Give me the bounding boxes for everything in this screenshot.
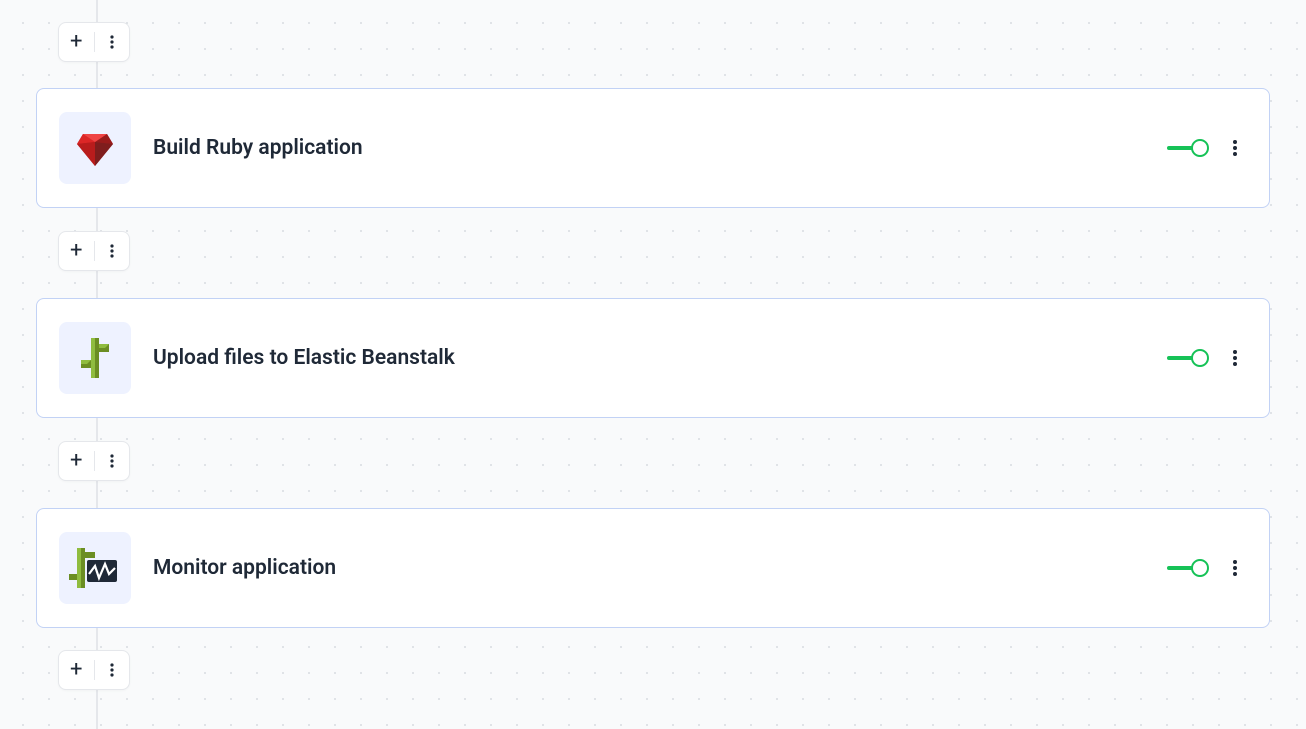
enable-toggle[interactable] xyxy=(1167,559,1209,577)
step-title: Upload files to Elastic Beanstalk xyxy=(153,346,1167,370)
step-controls xyxy=(1167,342,1247,374)
insert-control: + xyxy=(58,231,130,271)
step-icon-box xyxy=(59,112,131,184)
kebab-icon xyxy=(104,34,120,50)
toggle-knob xyxy=(1191,559,1209,577)
enable-toggle[interactable] xyxy=(1167,349,1209,367)
kebab-icon xyxy=(1225,138,1245,158)
step-icon-box xyxy=(59,322,131,394)
insert-menu-button[interactable] xyxy=(95,442,130,480)
plus-icon: + xyxy=(70,240,82,262)
kebab-icon xyxy=(104,243,120,259)
add-step-button[interactable]: + xyxy=(59,23,94,61)
plus-icon: + xyxy=(70,31,82,53)
insert-control: + xyxy=(58,650,130,690)
ruby-icon xyxy=(73,126,117,170)
insert-menu-button[interactable] xyxy=(95,23,130,61)
step-menu-button[interactable] xyxy=(1223,132,1247,164)
plus-icon: + xyxy=(70,450,82,472)
pipeline-canvas: + Build Ruby application xyxy=(0,0,1306,729)
kebab-icon xyxy=(1225,558,1245,578)
beanstalk-icon xyxy=(75,334,115,382)
kebab-icon xyxy=(1225,348,1245,368)
step-controls xyxy=(1167,132,1247,164)
kebab-icon xyxy=(104,662,120,678)
plus-icon: + xyxy=(70,659,82,681)
step-menu-button[interactable] xyxy=(1223,552,1247,584)
insert-menu-button[interactable] xyxy=(95,232,130,270)
step-title: Monitor application xyxy=(153,556,1167,580)
insert-control: + xyxy=(58,441,130,481)
toggle-knob xyxy=(1191,139,1209,157)
step-title: Build Ruby application xyxy=(153,136,1167,160)
step-controls xyxy=(1167,552,1247,584)
insert-menu-button[interactable] xyxy=(95,651,130,689)
pipeline-step[interactable]: Upload files to Elastic Beanstalk xyxy=(36,298,1270,418)
add-step-button[interactable]: + xyxy=(59,442,94,480)
enable-toggle[interactable] xyxy=(1167,139,1209,157)
monitor-icon xyxy=(69,544,121,592)
pipeline-step[interactable]: Monitor application xyxy=(36,508,1270,628)
step-icon-box xyxy=(59,532,131,604)
step-menu-button[interactable] xyxy=(1223,342,1247,374)
add-step-button[interactable]: + xyxy=(59,651,94,689)
toggle-knob xyxy=(1191,349,1209,367)
add-step-button[interactable]: + xyxy=(59,232,94,270)
pipeline-step[interactable]: Build Ruby application xyxy=(36,88,1270,208)
kebab-icon xyxy=(104,453,120,469)
insert-control: + xyxy=(58,22,130,62)
